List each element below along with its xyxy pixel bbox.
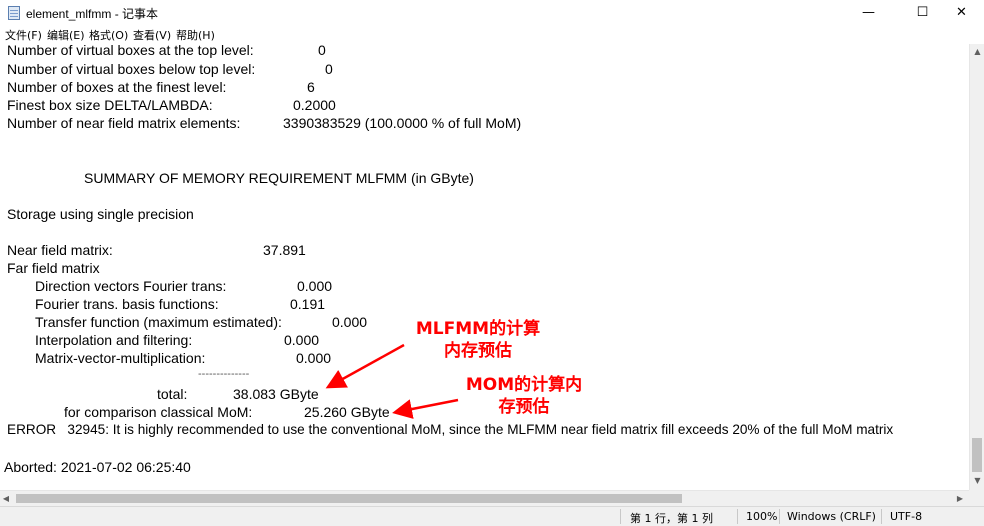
zoom-level: 100% (746, 510, 778, 523)
horizontal-scrollbar[interactable]: ◀ ▶ (0, 490, 969, 506)
status-divider (779, 509, 780, 524)
scroll-up-icon[interactable]: ▲ (970, 47, 984, 56)
vertical-scrollbar[interactable]: ▲ ▼ (969, 44, 984, 490)
scroll-down-icon[interactable]: ▼ (970, 476, 984, 485)
line-ending: Windows (CRLF) (787, 510, 876, 523)
scroll-right-icon[interactable]: ▶ (955, 494, 965, 503)
horizontal-scroll-thumb[interactable] (16, 494, 682, 503)
vertical-scroll-thumb[interactable] (972, 438, 982, 472)
mlfmm-arrow (325, 343, 405, 389)
status-divider (620, 509, 621, 524)
status-divider (881, 509, 882, 524)
scrollbar-corner (969, 490, 984, 506)
scroll-left-icon[interactable]: ◀ (1, 494, 11, 503)
status-divider (737, 509, 738, 524)
mom-arrow (392, 398, 459, 419)
annotation-arrows (325, 343, 459, 419)
cursor-position: 第 1 行，第 1 列 (630, 512, 713, 525)
status-bar: 第 1 行，第 1 列 100% Windows (CRLF) UTF-8 (0, 506, 984, 526)
encoding: UTF-8 (890, 510, 923, 523)
